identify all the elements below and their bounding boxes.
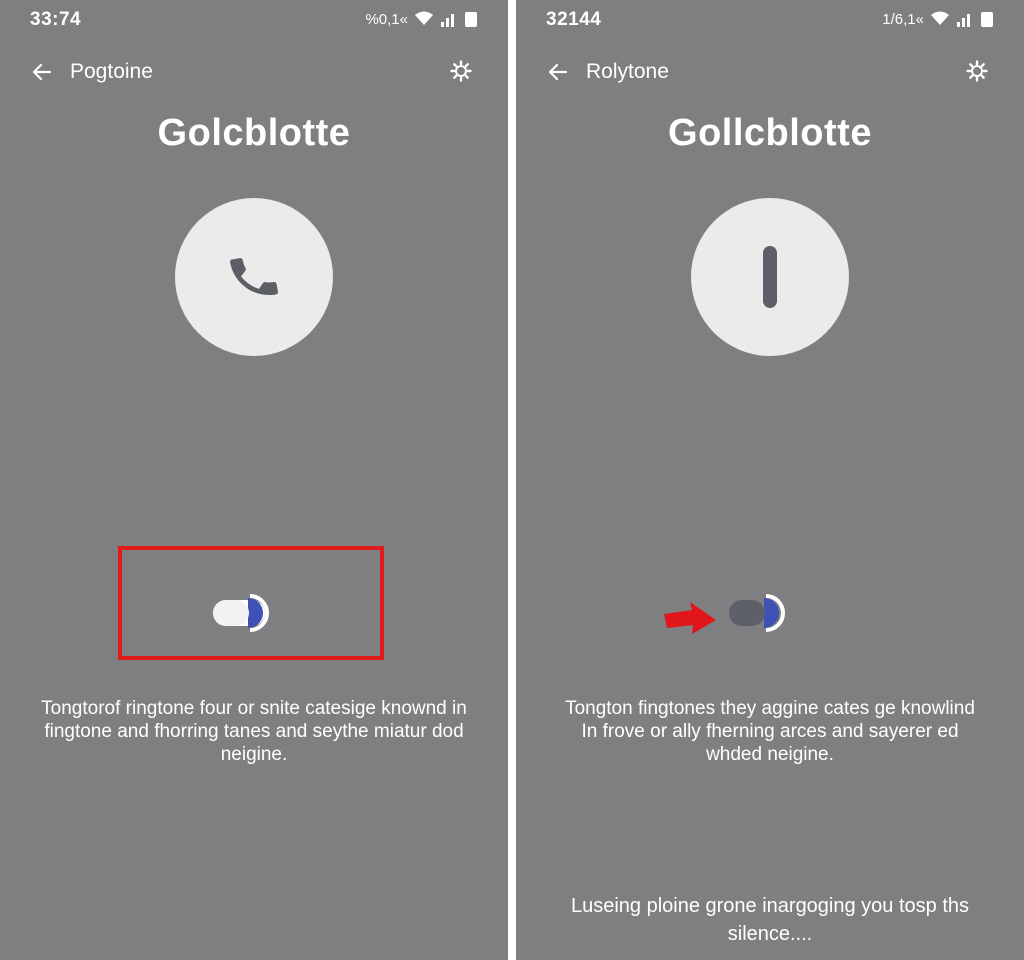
ringtone-toggle[interactable] — [728, 593, 792, 633]
pause-bar-icon — [763, 246, 777, 308]
top-app-bar: Rolytone — [516, 52, 1024, 92]
top-app-bar: Pogtoine — [0, 52, 508, 92]
page-title: Gollcblotte — [668, 112, 872, 154]
arrow-left-icon[interactable] — [30, 60, 54, 84]
battery-icon — [981, 12, 993, 27]
status-icons: 1/6,1« — [882, 10, 994, 28]
status-time: 32144 — [546, 9, 602, 30]
app-bar-title: Pogtoine — [70, 60, 153, 83]
description-text: Tongton fingtones they aggine cates ge k… — [565, 698, 975, 765]
battery-icon — [465, 12, 477, 27]
signal-icon — [957, 14, 970, 27]
phone-icon — [230, 258, 278, 296]
status-indicator-text: %0,1« — [365, 10, 408, 28]
page-title: Golcblotte — [157, 112, 351, 154]
status-time: 33:74 — [30, 9, 82, 30]
status-bar: 32144 1/6,1« — [516, 0, 1024, 40]
signal-icon — [441, 14, 454, 27]
right-screen: 32144 1/6,1« Rolytone Gollcblotte Tongto… — [516, 0, 1024, 960]
call-button[interactable] — [175, 198, 333, 356]
ringtone-toggle[interactable] — [212, 593, 276, 633]
arrow-left-icon[interactable] — [546, 60, 570, 84]
status-bar: 33:74 %0,1« — [0, 0, 508, 40]
gear-icon[interactable] — [965, 59, 989, 83]
status-indicator-text: 1/6,1« — [882, 10, 924, 28]
description-text: Tongtorof ringtone four or snite catesig… — [41, 698, 467, 765]
app-bar-title: Rolytone — [586, 60, 669, 83]
footer-text: Luseing ploine grone inargoging you tosp… — [570, 895, 970, 945]
status-icons: %0,1« — [365, 10, 478, 28]
call-button[interactable] — [691, 198, 849, 356]
red-arrow-icon — [664, 602, 716, 634]
wifi-icon — [931, 11, 949, 25]
left-screen: 33:74 %0,1« Pogtoine Golcblotte Tongtoro… — [0, 0, 508, 960]
gear-icon[interactable] — [449, 59, 473, 83]
wifi-icon — [415, 11, 433, 25]
